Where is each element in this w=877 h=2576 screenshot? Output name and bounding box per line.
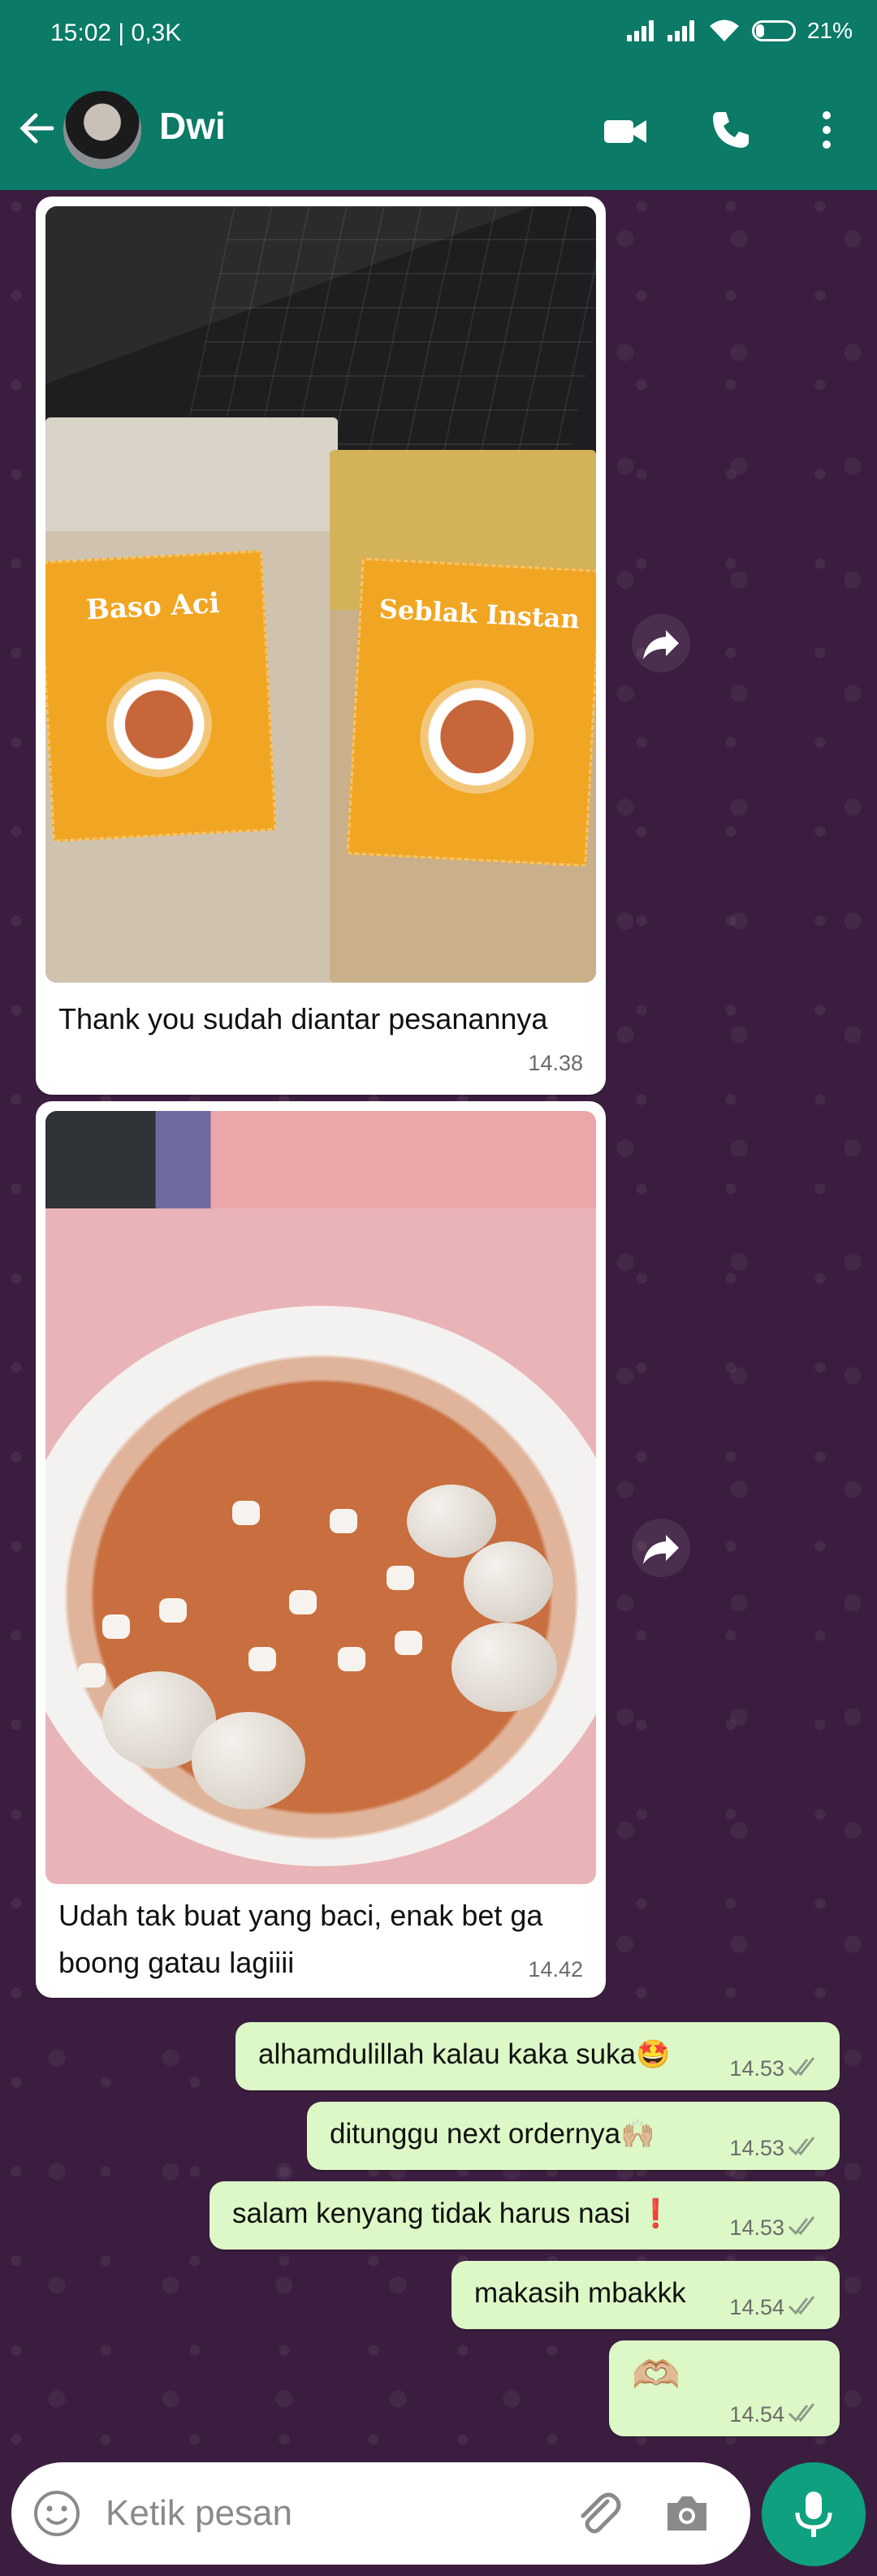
- message-text: ditunggu next ordernya🙌🏼: [330, 2118, 655, 2150]
- product-label-left: Baso Aci: [45, 550, 277, 842]
- status-bar: 15:02 | 0,3K 21%: [0, 0, 877, 73]
- message-time: 14.42: [528, 1957, 583, 1982]
- status-icons: 21%: [626, 18, 853, 44]
- avatar[interactable]: [63, 91, 141, 169]
- message-input[interactable]: Ketik pesan: [106, 2493, 292, 2534]
- message-text: alhamdulillah kalau kaka suka🤩: [258, 2038, 670, 2071]
- battery-percent: 21%: [806, 18, 853, 43]
- message-text-body: ditunggu next ordernya: [330, 2118, 621, 2150]
- signal-icon: [667, 20, 697, 41]
- message-text: salam kenyang tidak harus nasi ❗: [232, 2198, 672, 2230]
- double-check-icon: [788, 2296, 815, 2315]
- signal-icon: [626, 20, 656, 41]
- wifi-icon: [709, 19, 739, 41]
- double-check-icon: [788, 2216, 815, 2236]
- laptop-keyboard: [45, 206, 596, 450]
- message-photo[interactable]: Baso Aci Seblak Instan: [45, 206, 596, 983]
- message-time: 14.54: [729, 2402, 784, 2427]
- status-time: 15:02 | 0,3K: [50, 19, 182, 46]
- message-caption: Udah tak buat yang baci, enak bet ga boo…: [58, 1892, 542, 1986]
- message-time: 14.53: [729, 2136, 784, 2160]
- forward-icon[interactable]: [630, 1517, 692, 1579]
- emoji: 🫶🏼: [632, 2354, 680, 2397]
- camera-icon[interactable]: [661, 2487, 713, 2539]
- outgoing-message[interactable]: salam kenyang tidak harus nasi ❗ 14.53: [210, 2181, 840, 2250]
- message-text-body: salam kenyang tidak harus nasi: [232, 2198, 638, 2229]
- caption-line: Udah tak buat yang baci, enak bet ga: [58, 1899, 543, 1932]
- forward-icon[interactable]: [630, 612, 692, 674]
- double-check-icon: [788, 2137, 815, 2156]
- incoming-image-message[interactable]: Udah tak buat yang baci, enak bet ga boo…: [36, 1101, 606, 1998]
- message-time: 14.53: [729, 2215, 784, 2240]
- back-arrow-icon[interactable]: [15, 106, 60, 151]
- outgoing-message[interactable]: 🫶🏼 14.54: [609, 2340, 840, 2436]
- video-call-icon[interactable]: [601, 109, 650, 154]
- photo-background: [45, 1111, 596, 1208]
- product-name-right: Seblak Instan: [378, 593, 581, 635]
- message-text: 🫶🏼: [632, 2352, 680, 2398]
- incoming-image-message[interactable]: Baso Aci Seblak Instan Thank you sudah d…: [36, 197, 606, 1095]
- battery-icon: [751, 20, 796, 41]
- message-time: 14.53: [729, 2056, 784, 2081]
- product-name-left: Baso Aci: [85, 586, 221, 627]
- outgoing-message[interactable]: makasih mbakkk 14.54: [451, 2261, 840, 2329]
- double-check-icon: [788, 2403, 815, 2423]
- message-time: 14.54: [729, 2295, 784, 2319]
- message-time: 14.38: [528, 1051, 583, 1075]
- product-label-right: Seblak Instan: [346, 557, 596, 867]
- caption-line: boong gatau lagiiii: [58, 1946, 295, 1979]
- message-text: makasih mbakkk: [474, 2277, 686, 2310]
- emoji: ❗: [638, 2198, 673, 2229]
- emoji-icon[interactable]: [32, 2489, 81, 2538]
- emoji: 🙌🏼: [620, 2119, 655, 2150]
- message-input-bar[interactable]: Ketik pesan: [11, 2462, 750, 2565]
- mic-icon: [795, 2492, 832, 2537]
- message-photo[interactable]: [45, 1111, 596, 1884]
- message-text-body: alhamdulillah kalau kaka suka: [258, 2038, 636, 2070]
- outgoing-message[interactable]: ditunggu next ordernya🙌🏼 14.53: [307, 2102, 840, 2170]
- message-caption: Thank you sudah diantar pesanannya: [58, 1002, 548, 1035]
- contact-name[interactable]: Dwi: [159, 104, 226, 148]
- chat-header: Dwi: [0, 73, 877, 190]
- outgoing-message[interactable]: alhamdulillah kalau kaka suka🤩 14.53: [235, 2022, 840, 2090]
- attach-icon[interactable]: [572, 2487, 624, 2539]
- double-check-icon: [788, 2057, 815, 2077]
- emoji: 🤩: [636, 2039, 671, 2070]
- mic-button[interactable]: [762, 2462, 866, 2566]
- message-text-body: makasih mbakkk: [474, 2277, 686, 2309]
- more-vert-icon[interactable]: [804, 107, 849, 153]
- phone-icon[interactable]: [708, 107, 754, 153]
